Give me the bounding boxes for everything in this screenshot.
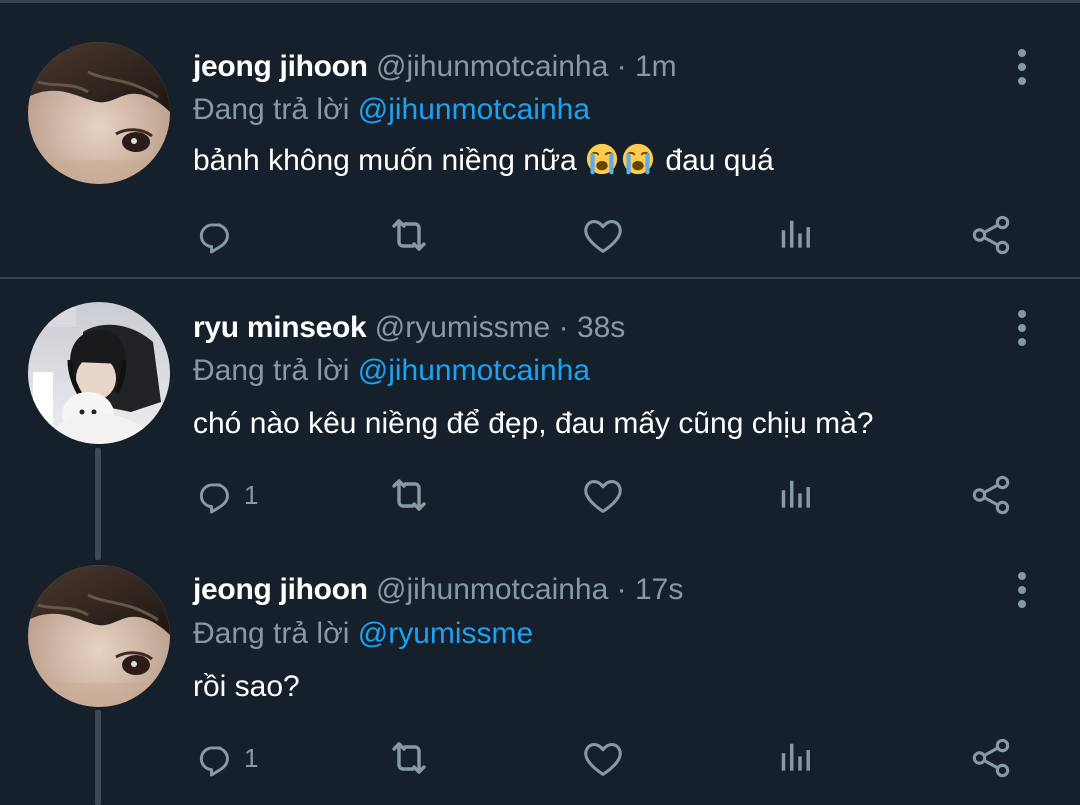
tweet-text: bảnh không muốn niềng nữa đau quá — [193, 141, 774, 181]
tweet-2[interactable]: ryu minseok @ryumissme · 38s Đang trả lờ… — [0, 280, 1080, 540]
retweet-icon — [385, 734, 433, 782]
reply-count: 1 — [244, 479, 259, 510]
like-icon — [580, 212, 626, 258]
like-icon — [580, 472, 626, 518]
username[interactable]: @jihunmotcainha — [376, 573, 608, 606]
separator-dot: · — [616, 50, 627, 83]
avatar[interactable] — [28, 42, 170, 184]
reply-icon — [194, 473, 238, 517]
tweet-divider — [0, 277, 1080, 279]
analytics-button[interactable] — [777, 470, 815, 520]
timestamp[interactable]: 1m — [635, 50, 677, 83]
like-button[interactable] — [580, 470, 626, 520]
share-button[interactable] — [968, 470, 1014, 520]
username[interactable]: @ryumissme — [375, 311, 550, 344]
tweet-text-part: bảnh không muốn niềng nữa — [193, 144, 586, 177]
reply-count: 1 — [244, 742, 259, 773]
tweet-header: ryu minseok @ryumissme · 38s — [193, 308, 625, 348]
reply-icon — [194, 213, 238, 257]
tweet-text: rồi sao? — [193, 670, 300, 703]
share-icon — [968, 735, 1014, 781]
retweet-button[interactable] — [385, 470, 433, 520]
analytics-button[interactable] — [777, 210, 815, 260]
timestamp[interactable]: 17s — [635, 573, 683, 606]
retweet-button[interactable] — [385, 210, 433, 260]
display-name[interactable]: ryu minseok — [193, 311, 367, 344]
timestamp[interactable]: 38s — [577, 311, 625, 344]
analytics-icon — [777, 216, 815, 254]
analytics-icon — [777, 739, 815, 777]
tweet-3[interactable]: jeong jihoon @jihunmotcainha · 17s Đang … — [0, 543, 1080, 805]
share-button[interactable] — [968, 210, 1014, 260]
analytics-icon — [777, 476, 815, 514]
share-icon — [968, 472, 1014, 518]
avatar[interactable] — [28, 302, 170, 444]
display-name[interactable]: jeong jihoon — [193, 573, 368, 606]
mention-link[interactable]: @jihunmotcainha — [358, 93, 590, 126]
separator-dot: · — [558, 311, 569, 344]
analytics-button[interactable] — [777, 733, 815, 783]
retweet-icon — [385, 471, 433, 519]
tweet-text-part: đau quá — [657, 144, 774, 177]
reply-button[interactable] — [194, 210, 238, 260]
like-button[interactable] — [580, 733, 626, 783]
tweet-1[interactable]: jeong jihoon @jihunmotcainha · 1m Đang t… — [0, 0, 1080, 278]
mention-link[interactable]: @jihunmotcainha — [358, 354, 590, 387]
loudly-crying-face-icon — [621, 142, 655, 176]
share-icon — [968, 212, 1014, 258]
retweet-icon — [385, 211, 433, 259]
loudly-crying-face-icon — [585, 142, 619, 176]
like-icon — [580, 735, 626, 781]
retweet-button[interactable] — [385, 733, 433, 783]
more-options-icon[interactable] — [1010, 47, 1034, 87]
display-name[interactable]: jeong jihoon — [193, 50, 368, 83]
replying-to: Đang trả lời @ryumissme — [193, 614, 533, 654]
replying-prefix: Đang trả lời — [193, 617, 358, 650]
mention-link[interactable]: @ryumissme — [358, 617, 533, 650]
more-options-icon[interactable] — [1010, 570, 1034, 610]
separator-dot: · — [616, 573, 627, 606]
more-options-icon[interactable] — [1010, 308, 1034, 348]
avatar[interactable] — [28, 565, 170, 707]
tweet-header: jeong jihoon @jihunmotcainha · 17s — [193, 570, 683, 610]
reply-button[interactable]: 1 — [194, 470, 258, 520]
tweet-header: jeong jihoon @jihunmotcainha · 1m — [193, 47, 677, 87]
replying-prefix: Đang trả lời — [193, 354, 358, 387]
share-button[interactable] — [968, 733, 1014, 783]
like-button[interactable] — [580, 210, 626, 260]
reply-icon — [194, 736, 238, 780]
username[interactable]: @jihunmotcainha — [376, 50, 608, 83]
reply-button[interactable]: 1 — [194, 733, 258, 783]
replying-to: Đang trả lời @jihunmotcainha — [193, 351, 590, 391]
tweet-text: chó nào kêu niềng để đẹp, đau mấy cũng c… — [193, 407, 874, 440]
replying-prefix: Đang trả lời — [193, 93, 358, 126]
replying-to: Đang trả lời @jihunmotcainha — [193, 90, 590, 130]
